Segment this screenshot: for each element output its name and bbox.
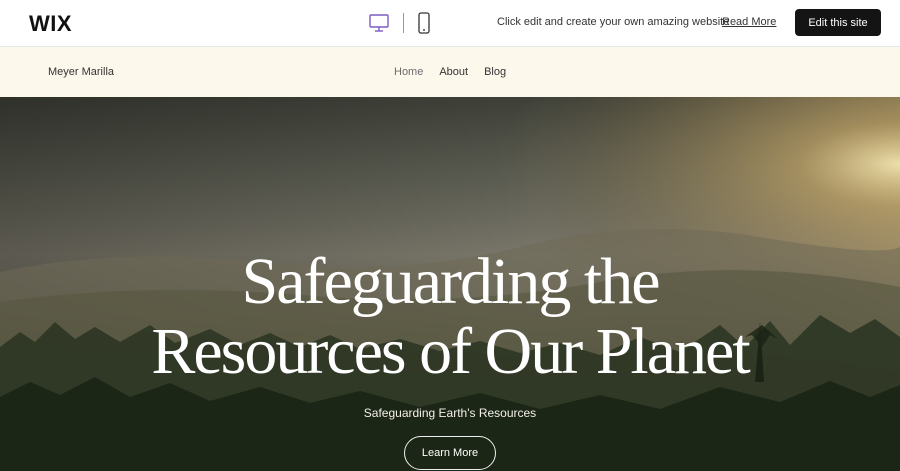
hero-title-line1: Safeguarding the xyxy=(241,245,660,318)
main-nav: Home About Blog xyxy=(394,66,506,78)
hero-title: Safeguarding the Resources of Our Planet xyxy=(0,247,900,387)
read-more-link[interactable]: Read More xyxy=(722,16,776,28)
desktop-monitor-icon[interactable] xyxy=(368,12,390,34)
hero-title-line2: Resources of Our Planet xyxy=(151,315,750,388)
site-name[interactable]: Meyer Marilla xyxy=(48,66,114,78)
device-divider xyxy=(403,13,404,33)
mobile-phone-icon[interactable] xyxy=(416,12,432,34)
nav-item-about[interactable]: About xyxy=(439,66,468,78)
site-header: Meyer Marilla Home About Blog xyxy=(0,47,900,97)
hero-section: Safeguarding the Resources of Our Planet… xyxy=(0,97,900,471)
wix-logo[interactable]: WIX xyxy=(29,11,72,37)
edit-site-button[interactable]: Edit this site xyxy=(795,9,881,36)
nav-item-blog[interactable]: Blog xyxy=(484,66,506,78)
wix-top-bar: WIX Click edit and create your own amazi… xyxy=(0,0,900,47)
nav-item-home[interactable]: Home xyxy=(394,66,423,78)
promo-text: Click edit and create your own amazing w… xyxy=(497,16,730,28)
learn-more-button[interactable]: Learn More xyxy=(404,436,496,470)
hero-subtitle: Safeguarding Earth's Resources xyxy=(363,406,537,420)
